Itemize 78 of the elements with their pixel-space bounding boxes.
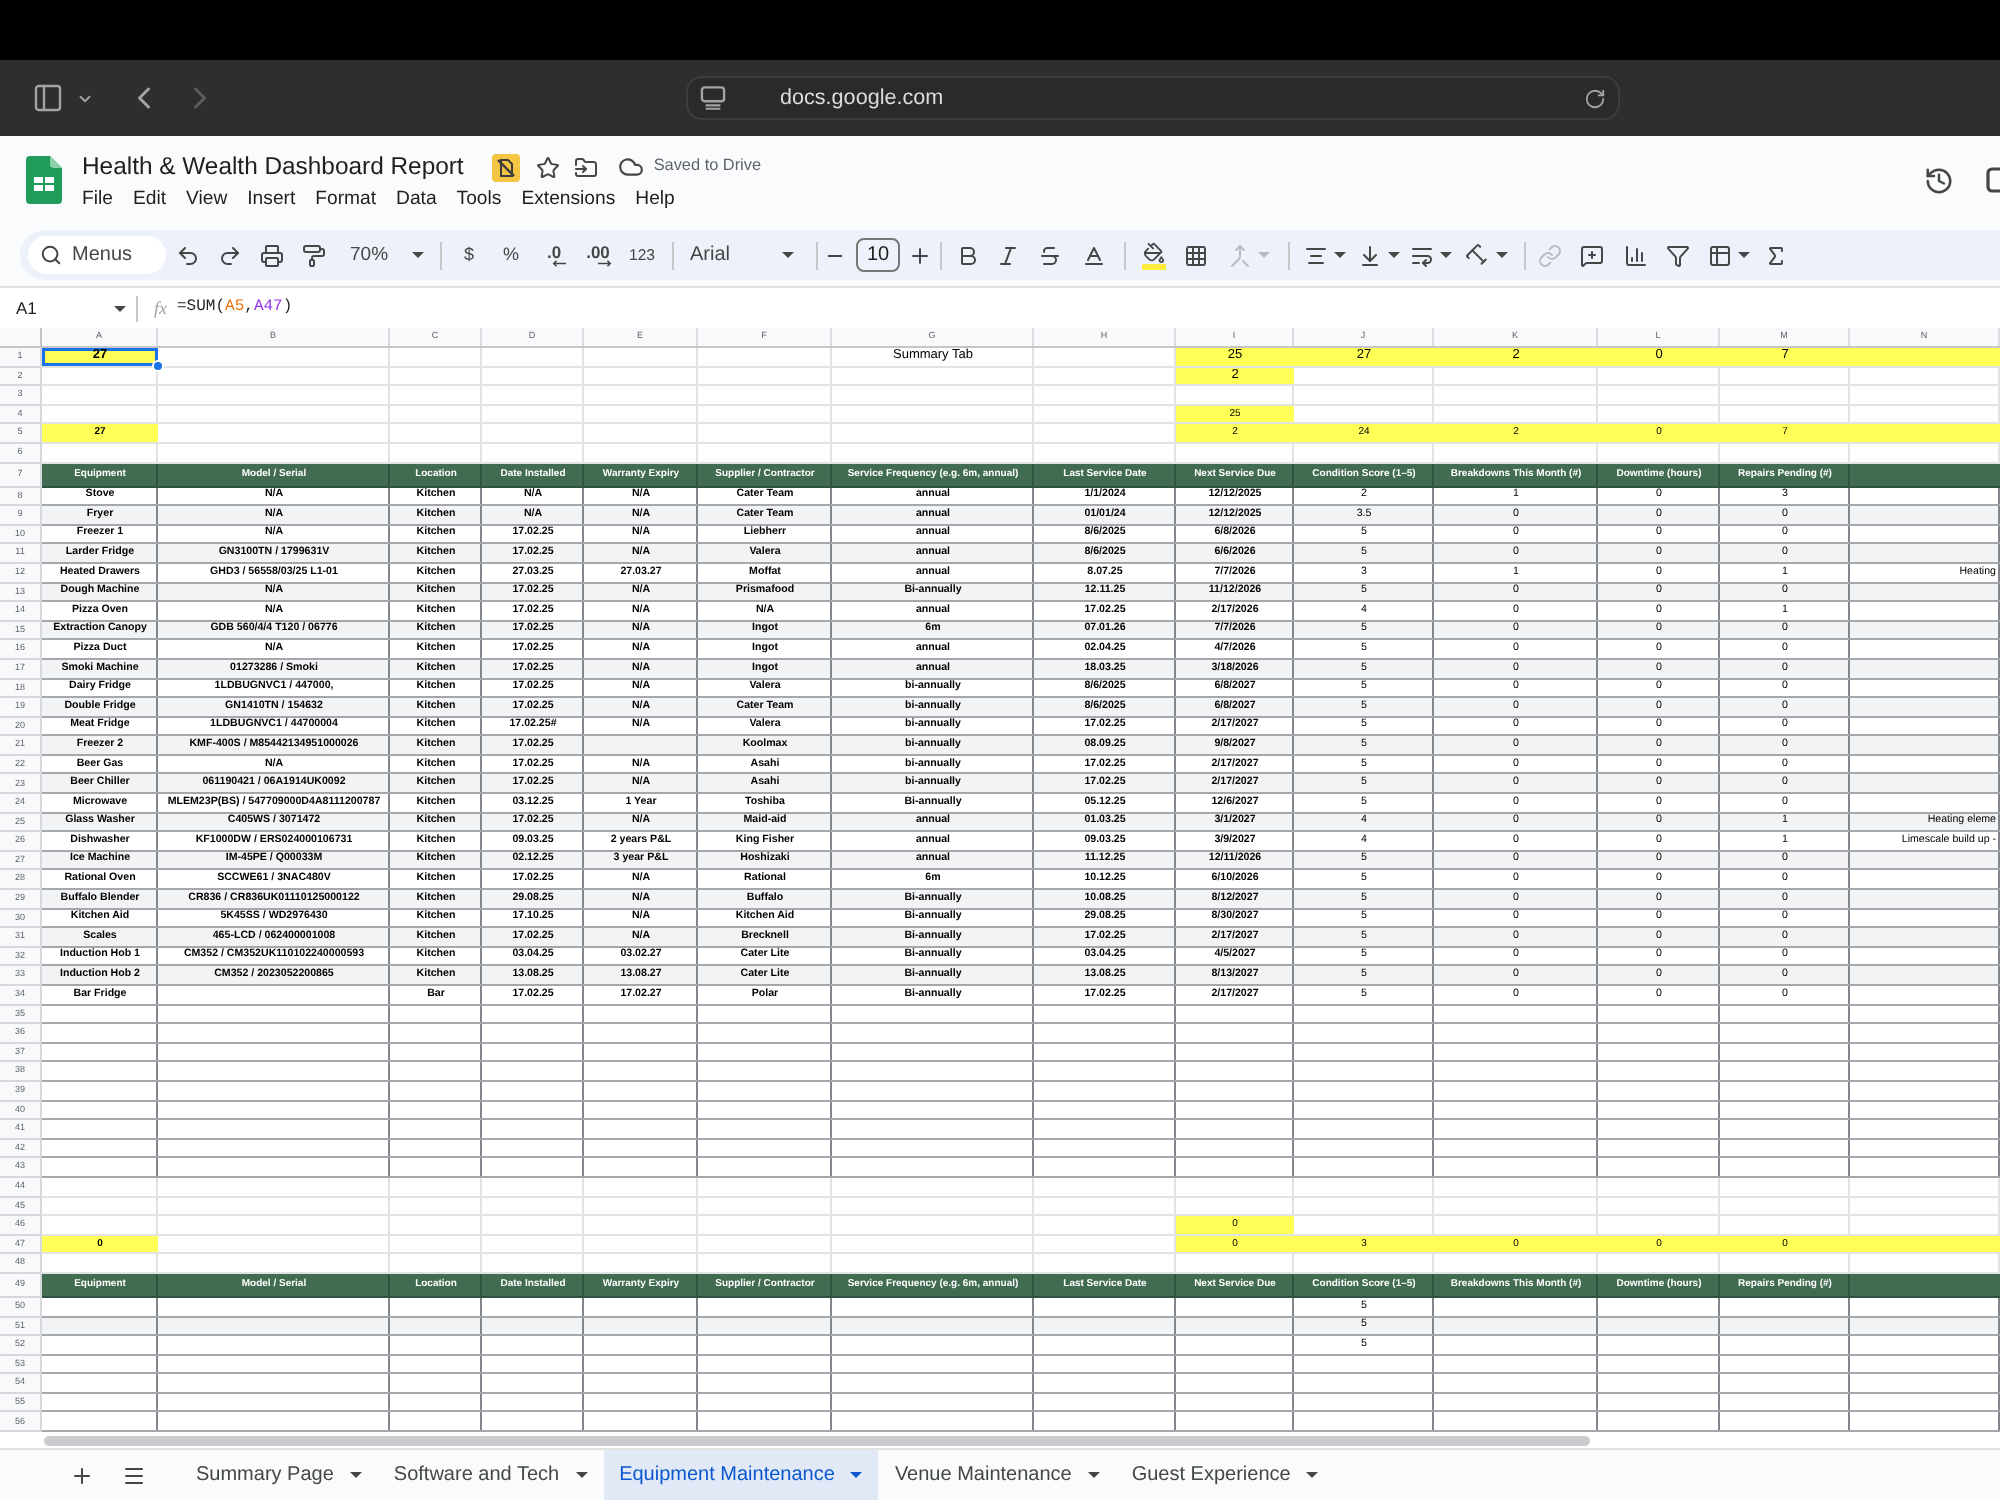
italic-icon[interactable] — [995, 243, 1019, 267]
fill-handle[interactable] — [152, 359, 164, 372]
address-bar[interactable]: docs.google.com — [686, 76, 1620, 120]
sheet-tab[interactable]: Summary Page — [180, 1450, 378, 1500]
caret-icon — [114, 305, 126, 311]
formula-field[interactable]: =SUM(A5,A47) — [177, 292, 2000, 324]
add-sheet-icon[interactable] — [70, 1463, 94, 1487]
sheet-tab[interactable]: Equipment Maintenance — [603, 1450, 879, 1500]
decrease-decimal-button[interactable]: .0 — [532, 235, 576, 275]
menu-item[interactable]: Data — [396, 190, 437, 210]
bold-icon[interactable] — [955, 243, 979, 267]
spreadsheet-logo-icon[interactable] — [26, 156, 62, 204]
scrollbar-thumb[interactable] — [44, 1435, 1590, 1446]
sidebar-icon[interactable] — [32, 82, 64, 114]
caret-icon — [1257, 252, 1269, 258]
wrap-text-icon[interactable] — [1409, 243, 1433, 267]
menu-item[interactable]: Help — [635, 190, 675, 210]
caret-icon — [1087, 1472, 1100, 1478]
align-bottom-icon[interactable] — [1357, 243, 1381, 267]
caret-icon — [1495, 252, 1507, 258]
caret-icon — [349, 1472, 362, 1478]
caret-icon — [850, 1472, 863, 1478]
font-size-field[interactable]: 10 — [856, 238, 900, 272]
undo-icon[interactable] — [175, 243, 199, 267]
caret-icon — [1333, 252, 1345, 258]
caret-icon — [412, 252, 424, 258]
sheet-tab[interactable]: Venue Maintenance — [878, 1450, 1116, 1500]
table-icon[interactable] — [1707, 243, 1731, 267]
menu-item[interactable]: File — [82, 190, 113, 210]
menu-icon[interactable] — [122, 1463, 146, 1487]
align-center-icon[interactable] — [1303, 243, 1327, 267]
menu-item[interactable]: Edit — [132, 190, 167, 210]
increase-decimal-button[interactable]: .00 — [576, 235, 620, 275]
zoom-dropdown[interactable]: 70% — [334, 235, 432, 275]
right-arrow-icon — [597, 260, 611, 267]
currency-format-button[interactable]: $ — [448, 235, 490, 275]
history-icon[interactable] — [1924, 165, 1954, 195]
menu-item[interactable]: View — [186, 190, 228, 210]
caret-icon — [575, 1472, 588, 1478]
caret-icon — [1439, 252, 1451, 258]
percent-format-button[interactable]: % — [490, 235, 532, 275]
menu-item[interactable]: Tools — [456, 190, 502, 210]
star-icon[interactable] — [535, 155, 560, 179]
add-comment-icon[interactable] — [1579, 243, 1603, 267]
chart-icon[interactable] — [1623, 243, 1647, 267]
strikethrough-icon[interactable] — [1037, 243, 1061, 267]
save-status: Saved to Drive — [653, 158, 762, 176]
paint-bucket-icon[interactable] — [1141, 241, 1165, 269]
slashed-document-icon[interactable] — [491, 153, 520, 181]
folder-icon[interactable] — [573, 155, 598, 179]
redo-icon[interactable] — [217, 243, 241, 267]
square-outline-icon[interactable] — [1986, 166, 2000, 194]
filter-icon[interactable] — [1665, 243, 1689, 267]
menu-item[interactable]: Insert — [247, 190, 296, 210]
caret-icon — [1387, 252, 1399, 258]
sigma-icon[interactable] — [1763, 243, 1787, 267]
paint-roller-icon[interactable] — [301, 243, 325, 267]
caret-icon — [1306, 1472, 1319, 1478]
menu-item[interactable]: Format — [315, 190, 377, 210]
print-icon[interactable] — [259, 243, 283, 267]
menu-item[interactable]: Extensions — [521, 190, 616, 210]
document-title[interactable]: Health & Wealth Dashboard Report — [82, 154, 464, 180]
caret-icon — [1737, 252, 1749, 258]
borders-icon[interactable] — [1183, 243, 1207, 267]
plus-icon[interactable] — [908, 243, 932, 267]
display-icon[interactable] — [700, 86, 726, 110]
sheet-tab[interactable]: Software and Tech — [377, 1450, 604, 1500]
left-arrow-icon — [551, 260, 565, 267]
cloud-icon[interactable] — [617, 154, 644, 180]
function-label: fx — [154, 299, 167, 317]
search-icon — [40, 244, 62, 266]
name-box[interactable]: A1 — [12, 292, 136, 324]
font-dropdown[interactable]: Arial — [680, 235, 808, 275]
sheet-tab[interactable]: Guest Experience — [1115, 1450, 1335, 1500]
caret-icon — [782, 252, 794, 258]
text-color-icon[interactable] — [1081, 243, 1105, 267]
menus-search[interactable]: Menus — [28, 236, 166, 274]
reload-icon[interactable] — [1584, 87, 1606, 109]
